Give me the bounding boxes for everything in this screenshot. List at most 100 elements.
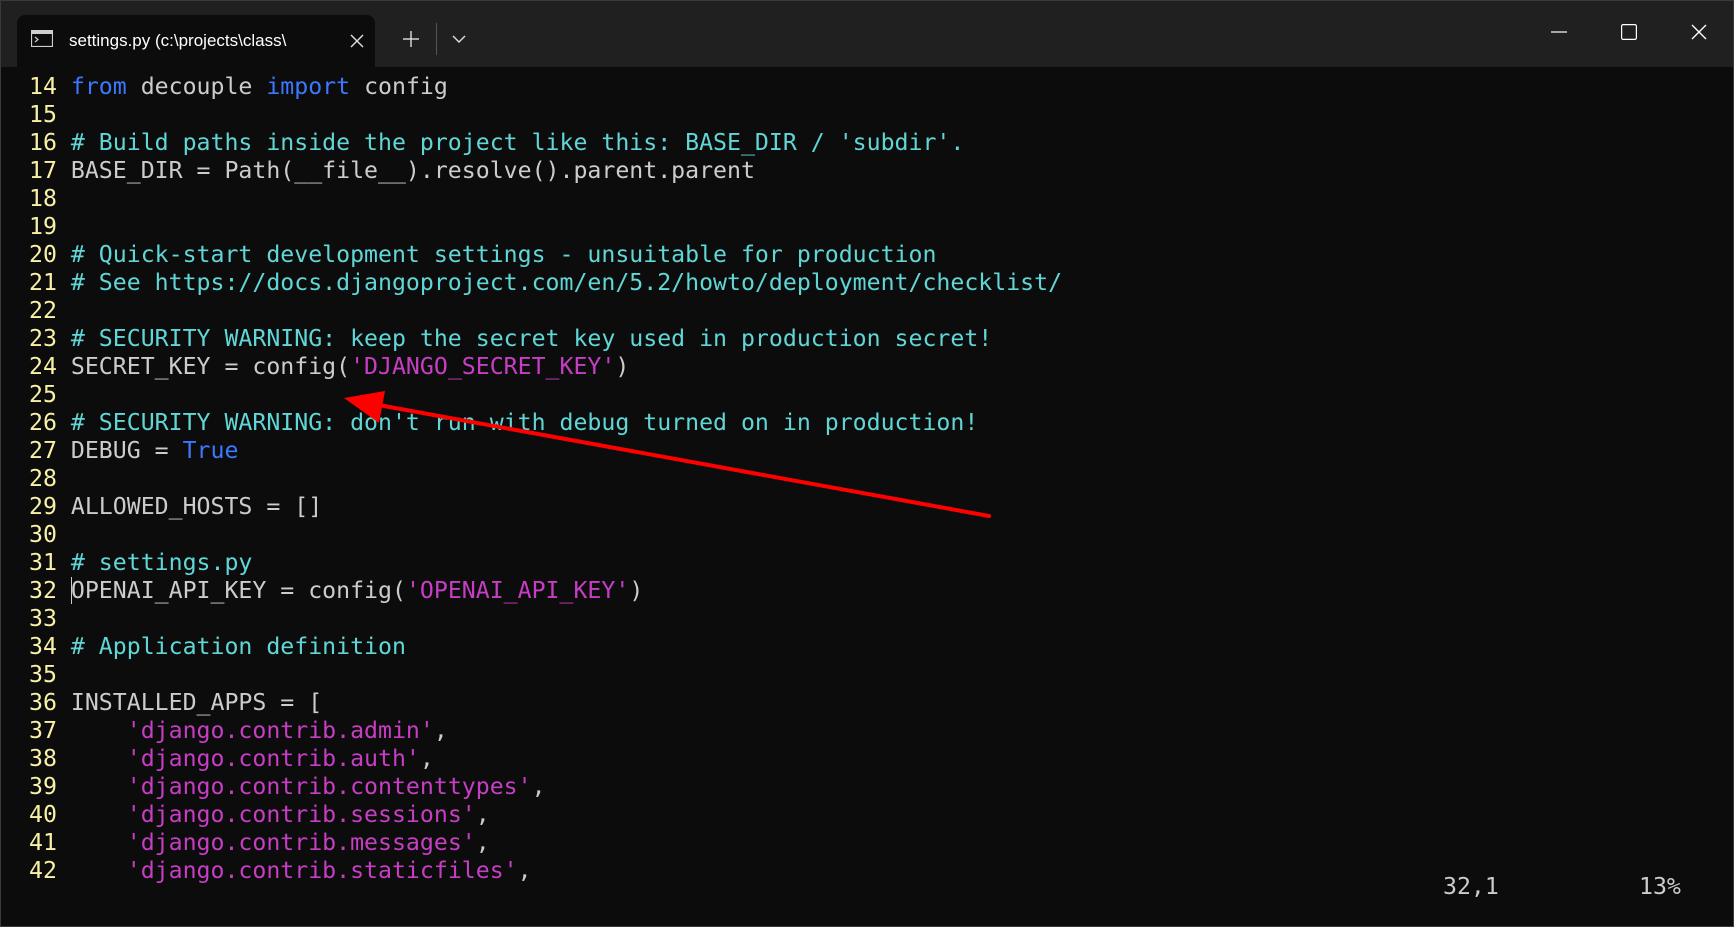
code-token: , — [475, 829, 490, 856]
close-icon[interactable] — [1664, 1, 1733, 63]
line-gutter-gap — [57, 129, 71, 156]
terminal-icon — [30, 29, 54, 48]
code-token: , — [433, 717, 448, 744]
line-number: 41 — [29, 829, 57, 856]
code-line: 17 BASE_DIR = Path(__file__).resolve().p… — [29, 157, 755, 185]
line-number: 21 — [29, 269, 57, 296]
line-gutter-gap — [57, 661, 71, 688]
line-number: 24 — [29, 353, 57, 380]
code-token: ALLOWED_HOSTS = [] — [70, 493, 323, 520]
keyword-token: from — [70, 73, 127, 100]
string-token: 'django.contrib.admin' — [126, 717, 434, 744]
plus-icon[interactable] — [393, 21, 429, 57]
line-number: 19 — [29, 213, 57, 240]
code-line: 40 'django.contrib.sessions', — [29, 801, 490, 829]
line-gutter-gap — [57, 605, 71, 632]
line-number: 20 — [29, 241, 57, 268]
line-number: 28 — [29, 465, 57, 492]
comment-token: # Quick-start development settings - uns… — [70, 241, 937, 268]
code-line: 30 — [29, 521, 71, 549]
line-number: 32 — [29, 577, 57, 604]
active-tab[interactable]: settings.py (c:\projects\class\ — [17, 15, 375, 67]
string-token: 'OPENAI_API_KEY' — [405, 577, 630, 604]
comment-token: # Build paths inside the project like th… — [70, 129, 965, 156]
string-token: 'django.contrib.contenttypes' — [126, 773, 532, 800]
keyword-token: True — [182, 437, 239, 464]
code-token: ) — [629, 577, 644, 604]
line-gutter-gap — [57, 381, 71, 408]
scroll-percent: 13% — [1639, 873, 1681, 900]
line-gutter-gap — [57, 773, 71, 800]
code-line: 29 ALLOWED_HOSTS = [] — [29, 493, 322, 521]
line-number: 31 — [29, 549, 57, 576]
cursor-position: 32,1 — [1443, 873, 1499, 900]
line-gutter-gap — [57, 325, 71, 352]
line-gutter-gap — [57, 521, 71, 548]
string-token: 'django.contrib.auth' — [126, 745, 420, 772]
code-editor[interactable]: 14 from decouple import config 15 16 # Bu… — [1, 73, 1733, 893]
minimize-icon[interactable] — [1524, 1, 1594, 63]
line-gutter-gap — [57, 745, 71, 772]
code-token: , — [531, 773, 546, 800]
code-line: 25 — [29, 381, 71, 409]
code-line: 20 # Quick-start development settings - … — [29, 241, 936, 269]
code-line: 18 — [29, 185, 71, 213]
tab-separator — [436, 23, 437, 55]
line-gutter-gap — [57, 493, 71, 520]
line-number: 16 — [29, 129, 57, 156]
keyword-token: import — [266, 73, 351, 100]
terminal-window: settings.py (c:\projects\class\ 14 from … — [0, 0, 1734, 927]
code-line: 14 from decouple import config — [29, 73, 448, 101]
code-line: 26 # SECURITY WARNING: don't run with de… — [29, 409, 978, 437]
code-token: SECRET_KEY = config( — [70, 353, 351, 380]
line-number: 38 — [29, 745, 57, 772]
line-number: 15 — [29, 101, 57, 128]
close-icon[interactable] — [343, 27, 371, 55]
line-gutter-gap — [57, 633, 71, 660]
line-number: 23 — [29, 325, 57, 352]
code-line: 15 — [29, 101, 71, 129]
line-number: 14 — [29, 73, 57, 100]
line-gutter-gap — [57, 829, 71, 856]
line-number: 17 — [29, 157, 57, 184]
line-gutter-gap — [57, 549, 71, 576]
code-line: 32 OPENAI_API_KEY = config('OPENAI_API_K… — [29, 577, 643, 605]
code-line: 27 DEBUG = True — [29, 437, 238, 465]
string-token: 'django.contrib.staticfiles' — [126, 857, 518, 884]
line-gutter-gap — [57, 157, 71, 184]
comment-token: # SECURITY WARNING: keep the secret key … — [70, 325, 993, 352]
line-number: 42 — [29, 857, 57, 884]
line-number: 25 — [29, 381, 57, 408]
line-gutter-gap — [57, 73, 71, 100]
code-line: 36 INSTALLED_APPS = [ — [29, 689, 322, 717]
chevron-down-icon[interactable] — [441, 21, 477, 57]
line-gutter-gap — [57, 717, 71, 744]
code-token: config — [350, 73, 448, 100]
code-line: 39 'django.contrib.contenttypes', — [29, 773, 546, 801]
maximize-icon[interactable] — [1594, 1, 1664, 63]
line-gutter-gap — [57, 801, 71, 828]
code-line: 38 'django.contrib.auth', — [29, 745, 434, 773]
comment-token: # settings.py — [70, 549, 253, 576]
code-line: 23 # SECURITY WARNING: keep the secret k… — [29, 325, 992, 353]
code-token: BASE_DIR = Path(__file__).resolve().pare… — [70, 157, 755, 184]
line-number: 27 — [29, 437, 57, 464]
line-gutter-gap — [57, 297, 71, 324]
tab-title: settings.py (c:\projects\class\ — [69, 31, 287, 50]
line-number: 29 — [29, 493, 57, 520]
title-bar: settings.py (c:\projects\class\ — [1, 1, 1733, 67]
line-gutter-gap — [57, 409, 71, 436]
string-token: 'django.contrib.sessions' — [126, 801, 476, 828]
code-line: 34 # Application definition — [29, 633, 406, 661]
code-line: 16 # Build paths inside the project like… — [29, 129, 964, 157]
code-line: 35 — [29, 661, 71, 689]
comment-token: # Application definition — [70, 633, 406, 660]
code-line: 37 'django.contrib.admin', — [29, 717, 448, 745]
line-gutter-gap — [57, 577, 71, 604]
comment-token: # See https://docs.djangoproject.com/en/… — [70, 269, 1063, 296]
line-number: 26 — [29, 409, 57, 436]
